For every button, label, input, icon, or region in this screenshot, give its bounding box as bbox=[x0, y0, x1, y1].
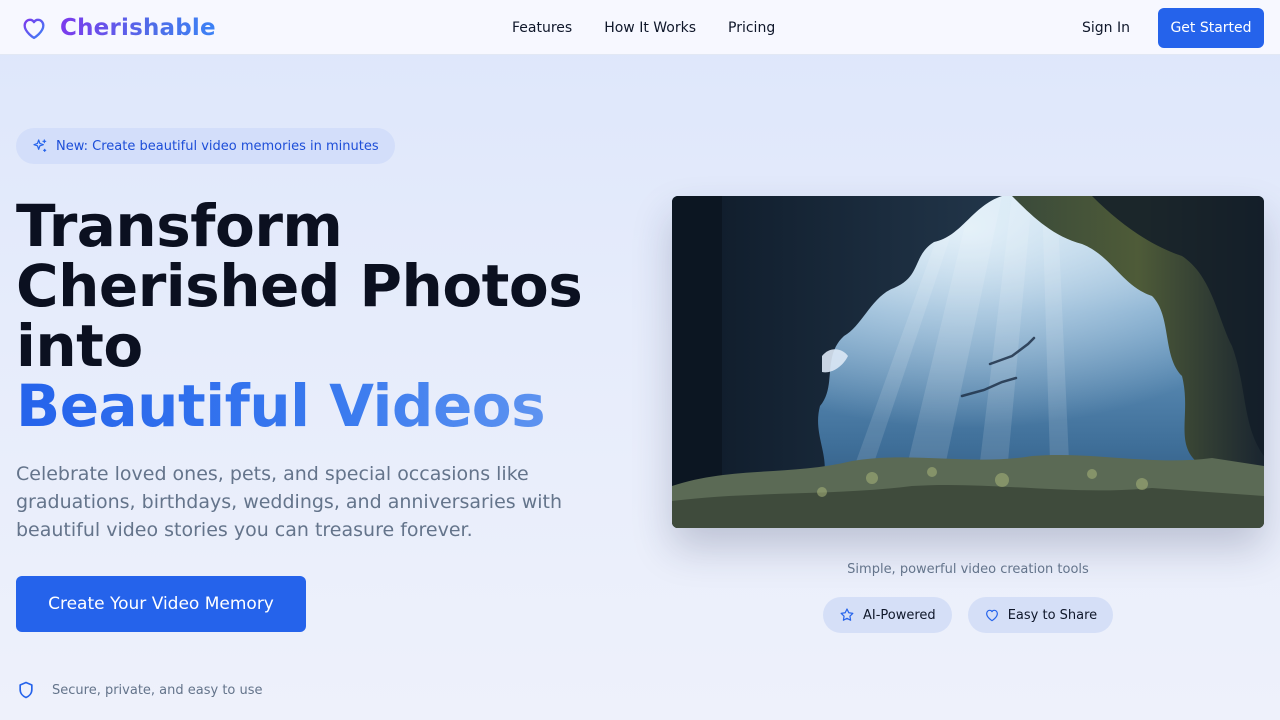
feature-pill-easy-to-share: Easy to Share bbox=[967, 597, 1114, 633]
image-caption: Simple, powerful video creation tools bbox=[847, 562, 1089, 577]
create-video-memory-button[interactable]: Create Your Video Memory bbox=[16, 576, 306, 632]
site-header: Cherishable Features How It Works Pricin… bbox=[0, 0, 1280, 55]
headline-line-2: Cherished Photos bbox=[16, 252, 583, 320]
nav-pricing[interactable]: Pricing bbox=[728, 18, 775, 38]
sparkles-icon bbox=[33, 139, 47, 152]
star-icon bbox=[840, 608, 854, 621]
nav-features[interactable]: Features bbox=[512, 18, 572, 38]
get-started-button[interactable]: Get Started bbox=[1158, 8, 1264, 48]
announcement-badge: New: Create beautiful video memories in … bbox=[16, 128, 395, 164]
underwater-cave-photo bbox=[672, 196, 1264, 528]
headline-line-1: Transform bbox=[16, 192, 343, 260]
feature-pill-label: AI-Powered bbox=[863, 607, 936, 623]
feature-pills: AI-Powered Easy to Share bbox=[823, 597, 1129, 633]
hero-headline: Transform Cherished Photos into Beautifu… bbox=[16, 196, 616, 436]
headline-accent: Beautiful Videos bbox=[16, 376, 616, 436]
hero-image bbox=[672, 196, 1264, 528]
shield-icon bbox=[19, 681, 33, 699]
heart-icon bbox=[23, 18, 45, 40]
headline-line-3: into bbox=[16, 312, 143, 380]
brand-name: Cherishable bbox=[60, 15, 216, 41]
security-note-text: Secure, private, and easy to use bbox=[52, 682, 263, 698]
hero-subtext: Celebrate loved ones, pets, and special … bbox=[16, 463, 563, 541]
heart-icon bbox=[985, 609, 998, 622]
feature-pill-ai-powered: AI-Powered bbox=[823, 597, 952, 633]
security-note: Secure, private, and easy to use bbox=[16, 680, 263, 700]
nav-how-it-works[interactable]: How It Works bbox=[604, 18, 696, 38]
main-nav: Features How It Works Pricing bbox=[512, 0, 807, 55]
badge-text: New: Create beautiful video memories in … bbox=[56, 138, 379, 154]
brand-logo[interactable]: Cherishable bbox=[20, 14, 216, 42]
feature-pill-label: Easy to Share bbox=[1007, 607, 1098, 623]
sign-in-link[interactable]: Sign In bbox=[1082, 18, 1130, 38]
